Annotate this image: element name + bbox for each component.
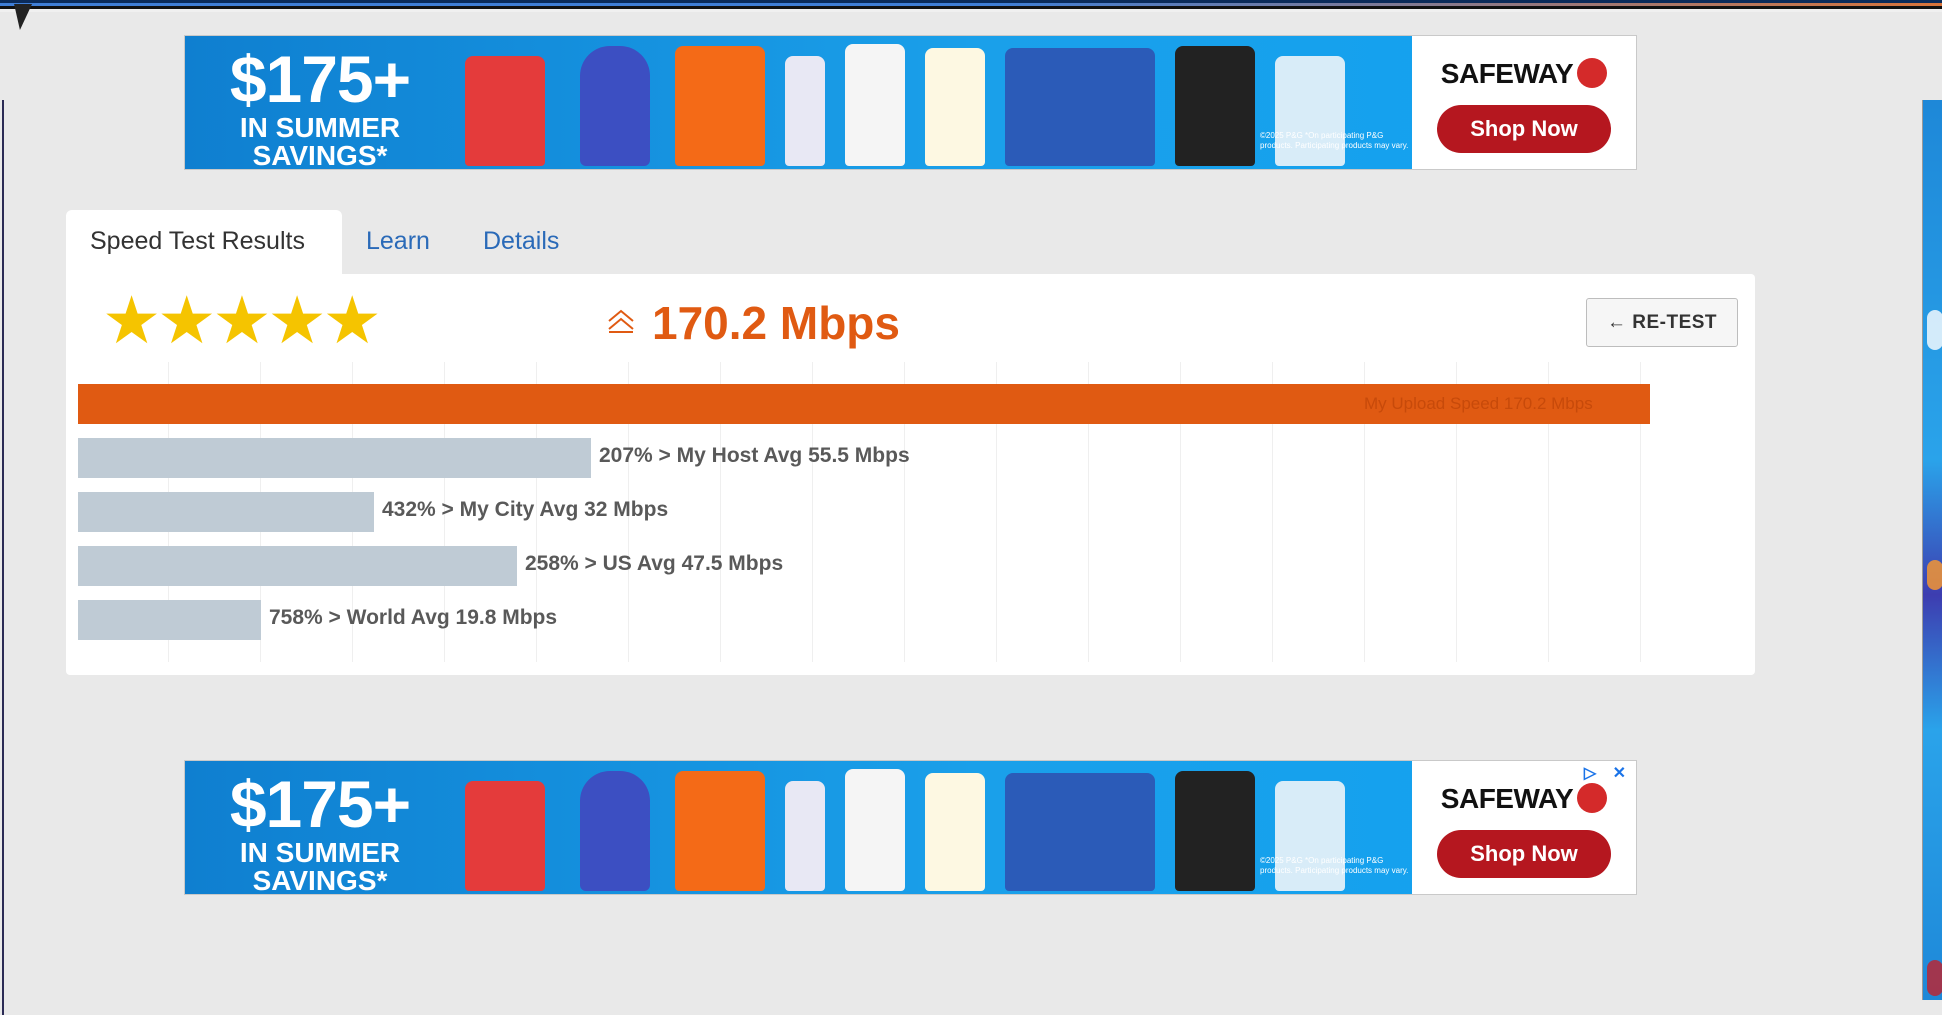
tampax-product-icon bbox=[1005, 773, 1155, 891]
speed-comparison-chart: My Upload Speed 170.2 Mbps 207% > My Host… bbox=[78, 362, 1658, 662]
shop-now-button[interactable]: Shop Now bbox=[1437, 104, 1611, 153]
upload-speed-value: 170.2 Mbps bbox=[652, 297, 900, 349]
dawn-product-icon bbox=[580, 46, 650, 166]
speed-bar-my-city-avg bbox=[78, 492, 374, 532]
rating-stars: ★★★★★ bbox=[102, 283, 382, 357]
olay-product-icon bbox=[925, 773, 985, 891]
olay-product-icon bbox=[925, 48, 985, 166]
dayquil-product-icon bbox=[465, 56, 545, 166]
speed-bar-label: 207% > My Host Avg 55.5 Mbps bbox=[599, 444, 910, 467]
upload-arrow-icon bbox=[608, 309, 634, 333]
crest-product-icon bbox=[785, 781, 825, 891]
crest-product-icon bbox=[785, 56, 825, 166]
tide-product-icon bbox=[675, 771, 765, 891]
tab-learn[interactable]: Learn bbox=[342, 210, 454, 274]
safeway-s-icon bbox=[1577, 57, 1608, 88]
safeway-s-icon bbox=[1577, 782, 1608, 813]
gillette-product-icon bbox=[1175, 46, 1255, 166]
speed-bar-us-avg bbox=[78, 546, 517, 586]
safeway-logo: SAFEWAY bbox=[1412, 57, 1636, 91]
tab-speed-test-results[interactable]: Speed Test Results bbox=[66, 210, 342, 274]
ad-brand-panel: SAFEWAY Shop Now bbox=[1412, 36, 1636, 169]
tide-product-icon bbox=[675, 46, 765, 166]
speed-bar-label: 432% > My City Avg 32 Mbps bbox=[382, 498, 669, 521]
ad-fine-print: ©2025 P&G *On participating P&G products… bbox=[1260, 131, 1409, 150]
side-ad[interactable] bbox=[1922, 100, 1942, 1000]
dawn-product-icon bbox=[580, 771, 650, 891]
native-product-icon bbox=[845, 769, 905, 891]
dayquil-product-icon bbox=[465, 781, 545, 891]
shop-now-button[interactable]: Shop Now bbox=[1437, 829, 1611, 878]
ad-fine-print: ©2025 P&G *On participating P&G products… bbox=[1260, 856, 1409, 875]
tab-details-share[interactable]: Details & Share bbox=[459, 210, 583, 379]
ad-promo-text: $175+ IN SUMMER SAVINGS* bbox=[229, 767, 411, 895]
speed-bar-label: My Upload Speed 170.2 Mbps bbox=[1364, 394, 1593, 413]
safeway-logo: SAFEWAY bbox=[1412, 782, 1636, 816]
top-ad-banner[interactable]: $175+ IN SUMMER SAVINGS* ©2025 P&G *On p… bbox=[184, 35, 1637, 170]
top-nav-stripe bbox=[0, 0, 1942, 12]
speed-bar-world-avg bbox=[78, 600, 261, 640]
speed-bar-label: 758% > World Avg 19.8 Mbps bbox=[269, 606, 558, 629]
speed-bar-my-host-avg bbox=[78, 438, 591, 478]
left-frame bbox=[0, 100, 4, 1015]
native-product-icon bbox=[845, 44, 905, 166]
speed-bar-label: 258% > US Avg 47.5 Mbps bbox=[525, 552, 784, 575]
gillette-product-icon bbox=[1175, 771, 1255, 891]
bottom-ad-banner[interactable]: $175+ IN SUMMER SAVINGS* ©2025 P&G *On p… bbox=[184, 760, 1637, 895]
adchoices-icon[interactable]: ▷ ✕ bbox=[1584, 763, 1632, 783]
tampax-product-icon bbox=[1005, 48, 1155, 166]
ad-promo-text: $175+ IN SUMMER SAVINGS* bbox=[229, 42, 411, 170]
retest-button[interactable]: ← RE-TEST bbox=[1586, 298, 1738, 347]
